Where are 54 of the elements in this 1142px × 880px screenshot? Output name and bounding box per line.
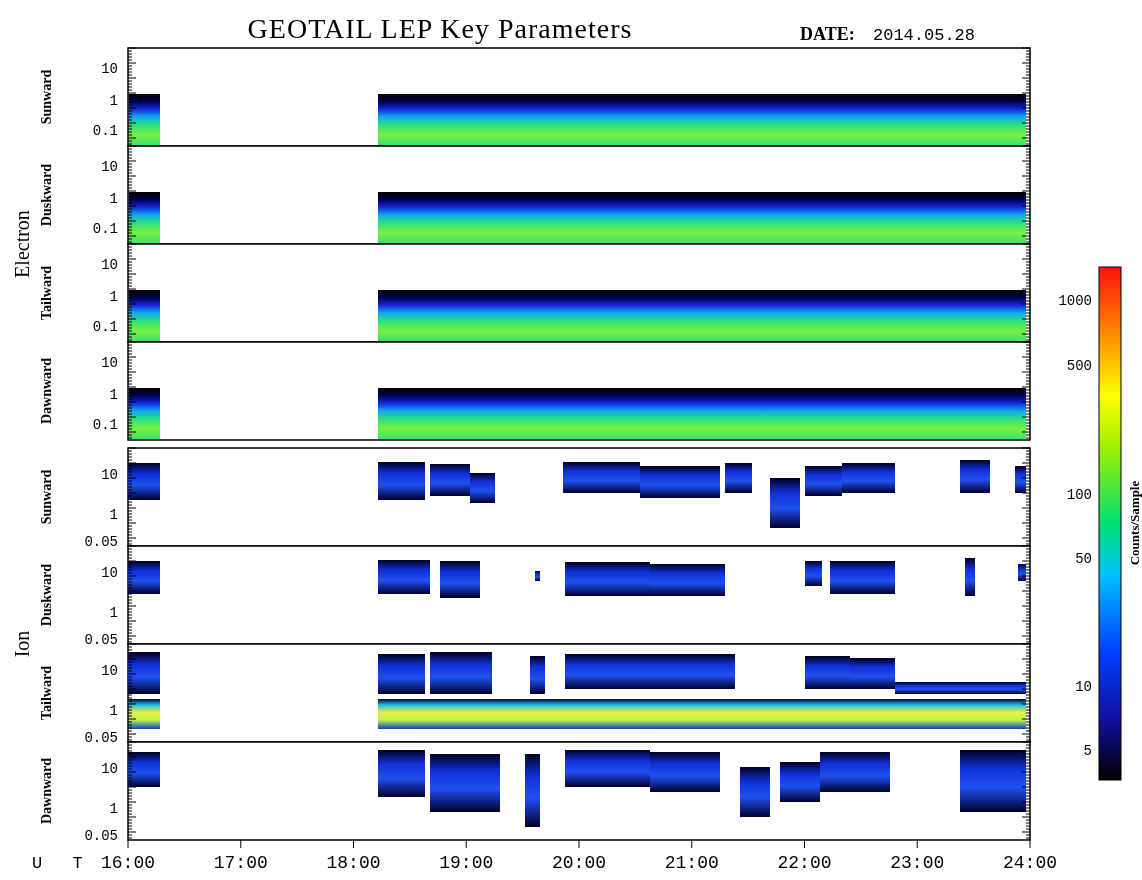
y-tick-label: 1 (109, 801, 118, 817)
panel-label: Tailward (39, 266, 54, 320)
y-tick-label: 1 (109, 507, 118, 523)
colorbar-tick-label: 100 (1066, 487, 1092, 503)
y-tick-label: 10 (101, 565, 118, 581)
y-tick-label: 10 (101, 159, 118, 175)
panel-label: Duskward (39, 563, 54, 627)
x-tick-label: 17:00 (213, 853, 268, 873)
x-tick-label: 21:00 (664, 853, 719, 873)
date-value: 2014.05.28 (873, 26, 976, 45)
y-tick-label: 1 (109, 387, 118, 403)
panel-label: Sunward (39, 469, 54, 525)
y-tick-label: 0.05 (84, 828, 118, 844)
chart-title: GEOTAIL LEP Key Parameters (247, 13, 633, 44)
y-tick-label: 10 (101, 467, 118, 483)
date-label: DATE: (800, 24, 855, 44)
panel-label: Dawnward (39, 357, 54, 425)
y-tick-label: 0.1 (92, 221, 118, 237)
colorbar-tick-label: 500 (1066, 358, 1092, 374)
colorbar-tick-label: 1000 (1058, 293, 1092, 309)
y-tick-label: 1 (109, 703, 118, 719)
panel-label: Tailward (39, 666, 54, 720)
y-tick-label: 10 (101, 257, 118, 273)
panel-label: Sunward (39, 69, 54, 125)
x-tick-label: 23:00 (890, 853, 945, 873)
y-tick-label: 1 (109, 605, 118, 621)
panel-label: Duskward (39, 163, 54, 227)
y-tick-label: 10 (101, 61, 118, 77)
x-tick-label: 22:00 (777, 853, 832, 873)
species-label: Electron (11, 210, 33, 278)
y-tick-label: 0.05 (84, 632, 118, 648)
colorbar-tick-label: 10 (1075, 679, 1092, 695)
x-axis-label: U T (32, 854, 93, 873)
y-tick-label: 0.1 (92, 319, 118, 335)
y-tick-label: 0.1 (92, 123, 118, 139)
colorbar-tick-label: 5 (1083, 743, 1092, 759)
y-tick-label: 1 (109, 191, 118, 207)
y-tick-label: 10 (101, 355, 118, 371)
x-tick-label: 20:00 (552, 853, 606, 873)
colorbar-tick-label: 50 (1075, 551, 1092, 567)
colorbar-title: Counts/Sample (1127, 480, 1142, 566)
x-tick-label: 24:00 (1003, 853, 1057, 873)
panel-label: Dawnward (39, 757, 54, 825)
y-tick-label: 0.05 (84, 730, 118, 746)
y-tick-label: 0.1 (92, 417, 118, 433)
x-tick-label: 19:00 (439, 853, 494, 873)
species-label: Ion (11, 630, 33, 658)
x-tick-label: 16:00 (101, 853, 155, 873)
y-tick-label: 10 (101, 663, 118, 679)
y-tick-label: 1 (109, 289, 118, 305)
y-tick-label: 10 (101, 761, 118, 777)
y-tick-label: 1 (109, 93, 118, 109)
x-tick-label: 18:00 (326, 853, 381, 873)
y-tick-label: 0.05 (84, 534, 118, 550)
